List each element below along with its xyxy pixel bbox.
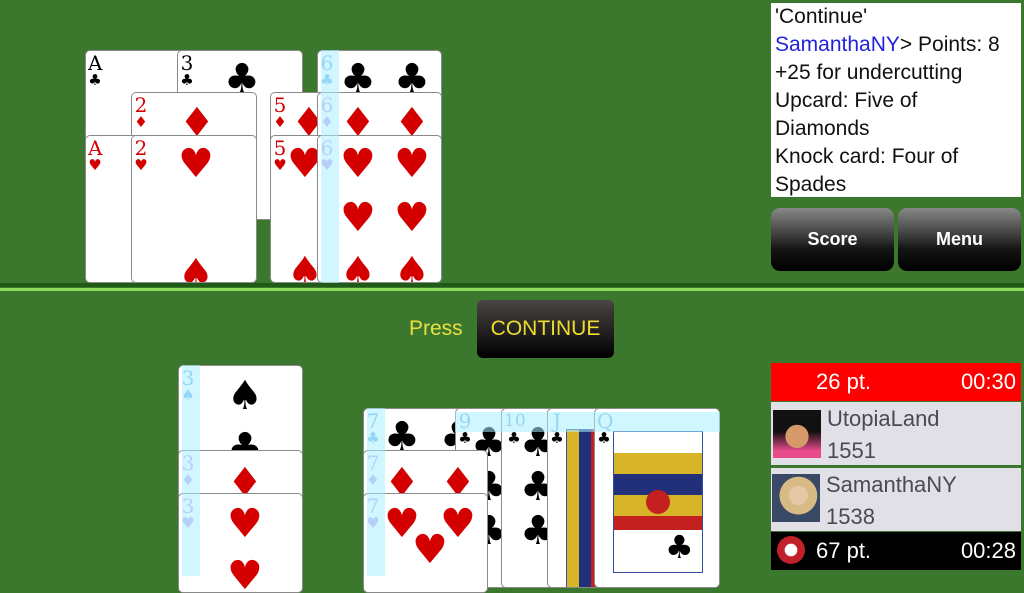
player-score: 67 pt. [816,538,872,563]
menu-button[interactable]: Menu [898,208,1021,271]
log-line: Spades [775,173,847,196]
spade-shape-icon: ♠ [394,249,430,283]
meld-highlight [367,408,385,576]
heart-icon: ♥ [340,195,376,241]
club-icon: ♣ [458,429,472,447]
heart-icon: ♥ [134,156,148,174]
player-info: SamanthaNY 1538 [771,468,1021,531]
log-line: Knock card: Four of [775,145,959,168]
table-divider [0,283,1024,294]
log-line: +25 for undercutting [775,61,963,84]
continue-button[interactable]: CONTINUE [477,300,614,358]
log-line: Diamonds [775,117,870,140]
log-points: > Points: 8 [899,33,1000,56]
club-icon: ♣ [665,528,694,566]
club-icon: ♣ [550,429,564,447]
avatar [773,410,821,458]
diamond-icon: ♦ [273,113,287,131]
club-icon: ♣ [180,71,194,89]
log-line: 'Continue' [775,5,868,28]
heart-icon: ♥ [227,501,263,547]
opponent-name: UtopiaLand [827,406,940,431]
diamond-icon: ♦ [134,113,148,131]
player-timer: 00:28 [960,538,1016,563]
heart-icon: ♥ [340,141,376,187]
heart-icon: ♥ [273,156,287,174]
press-label: Press [409,317,463,340]
log-line: Upcard: Five of [775,89,918,112]
opponent-info: UtopiaLand 1551 [771,402,1021,465]
opponent-score-bar: 26 pt. 00:30 [771,363,1021,401]
opponent-score: 26 pt. [816,369,872,394]
spade-icon: ♠ [227,373,263,419]
meld-highlight [455,412,720,432]
card-queen-clubs: Q♣ ♣ [594,408,720,588]
heart-icon: ♥ [412,527,448,573]
heart-icon: ♥ [88,156,102,174]
record-icon [777,536,805,564]
score-button[interactable]: Score [771,208,894,271]
spade-shape-icon: ♠ [340,249,376,283]
card-two-hearts: 2 ♥ ♥ ♠ [131,135,257,283]
opponent-rating: 1551 [827,438,876,463]
spade-shape-icon: ♠ [178,251,214,283]
meld-highlight [182,365,200,576]
club-icon: ♣ [597,429,611,447]
game-log: 'Continue' SamanthaNY> Points: 8 +25 for… [771,3,1021,197]
heart-icon: ♥ [394,195,430,241]
player-score-bar: 67 pt. 00:28 [771,532,1021,570]
player-name: SamanthaNY [826,472,957,497]
avatar [772,474,820,522]
club-icon: ♣ [88,71,102,89]
player-rating: 1538 [826,504,875,529]
heart-icon: ♥ [178,141,214,187]
heart-icon: ♥ [394,141,430,187]
heart-icon: ♥ [227,553,263,593]
log-line: SamanthaNY> Points: 8 [775,31,1017,59]
layoff-highlight [321,50,339,283]
opponent-timer: 00:30 [960,369,1016,394]
log-player-name: SamanthaNY [775,33,900,56]
